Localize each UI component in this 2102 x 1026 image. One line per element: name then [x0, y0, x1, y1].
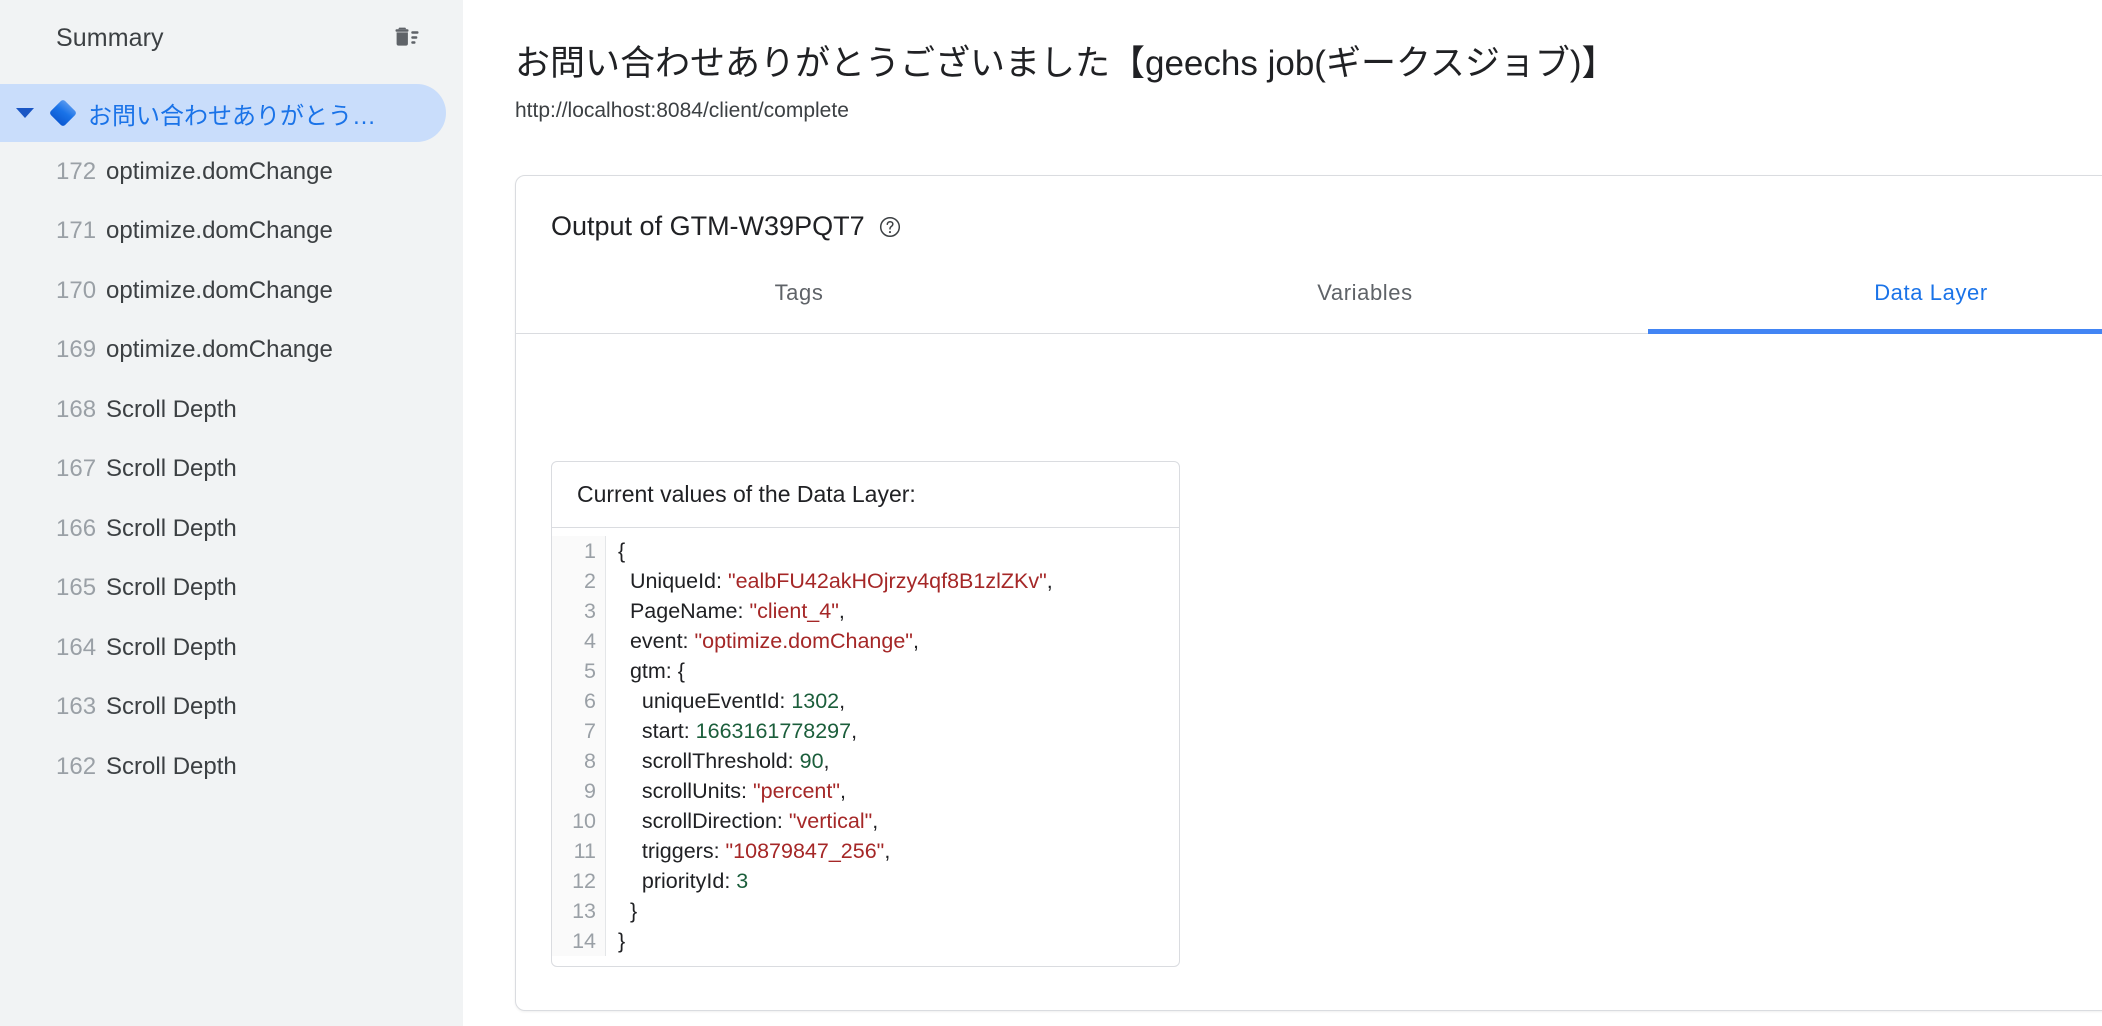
event-name: Scroll Depth	[106, 395, 237, 423]
event-name: Scroll Depth	[106, 633, 237, 661]
line-number: 13	[572, 899, 596, 923]
sidebar-title: Summary	[56, 23, 164, 52]
code-line: triggers: "10879847_256",	[618, 839, 891, 863]
code-line: UniqueId: "ealbFU42akHOjrzy4qf8B1zlZKv",	[618, 569, 1053, 593]
list-item[interactable]: 169 optimize.domChange	[0, 321, 463, 381]
line-number: 7	[584, 719, 596, 743]
sidebar-event-list: お問い合わせありがとう… 172 optimize.domChange 171 …	[0, 76, 463, 797]
event-number: 170	[56, 276, 97, 304]
list-item[interactable]: 167 Scroll Depth	[0, 440, 463, 500]
code-line: event: "optimize.domChange",	[618, 629, 919, 653]
gtm-preview-window: Summary お問い合わせありがとう… 172 optimize.domCha…	[0, 0, 2102, 1026]
event-name: optimize.domChange	[106, 217, 333, 245]
line-number: 5	[584, 659, 596, 683]
line-number: 12	[572, 869, 596, 893]
event-name: Scroll Depth	[106, 752, 237, 780]
event-number: 163	[56, 693, 97, 721]
page-header: お問い合わせありがとうございました【geechs job(ギークスジョブ)】 h…	[463, 0, 2102, 123]
page-title: お問い合わせありがとうございました【geechs job(ギークスジョブ)】	[515, 44, 1617, 83]
output-card: Output of GTM-W39PQT7 Tags Variables Dat…	[515, 175, 2102, 1011]
event-name: optimize.domChange	[106, 336, 333, 364]
event-number: 164	[56, 633, 97, 661]
event-name: optimize.domChange	[106, 276, 333, 304]
list-item[interactable]: 171 optimize.domChange	[0, 202, 463, 262]
line-number: 8	[584, 749, 596, 773]
list-item[interactable]: 165 Scroll Depth	[0, 559, 463, 619]
output-card-tabs: Tags Variables Data Layer	[516, 272, 2102, 334]
code-line: {	[618, 539, 626, 563]
event-number: 172	[56, 157, 97, 185]
event-name: optimize.domChange	[106, 157, 333, 185]
line-number: 2	[584, 569, 596, 593]
trash-icon[interactable]	[385, 17, 427, 59]
output-card-header: Output of GTM-W39PQT7	[516, 176, 2102, 242]
list-item[interactable]: 168 Scroll Depth	[0, 380, 463, 440]
event-number: 162	[56, 752, 97, 780]
tab-label: Variables	[1317, 280, 1413, 305]
line-number-gutter: 1 2 3 4 5 6 7 8 9 10 11 12 13 14	[552, 536, 606, 956]
tab-data-layer[interactable]: Data Layer	[1648, 272, 2102, 334]
event-sidebar: Summary お問い合わせありがとう… 172 optimize.domCha…	[0, 0, 463, 1026]
tab-tags[interactable]: Tags	[516, 272, 1082, 333]
sidebar-item-summary-page[interactable]: お問い合わせありがとう…	[0, 84, 446, 142]
event-number: 171	[56, 217, 97, 245]
code-content[interactable]: { UniqueId: "ealbFU42akHOjrzy4qf8B1zlZKv…	[606, 536, 1053, 956]
line-number: 14	[572, 929, 596, 953]
list-item[interactable]: 166 Scroll Depth	[0, 499, 463, 559]
tab-label: Tags	[774, 280, 824, 305]
code-line: gtm: {	[618, 659, 685, 683]
code-line: priorityId: 3	[618, 869, 749, 893]
list-item[interactable]: 172 optimize.domChange	[0, 142, 463, 202]
caret-down-icon[interactable]	[8, 108, 42, 118]
event-number: 168	[56, 395, 97, 423]
code-line: start: 1663161778297,	[618, 719, 858, 743]
tab-label: Data Layer	[1874, 280, 1988, 305]
code-area: 1 2 3 4 5 6 7 8 9 10 11 12 13 14 {Uniqu…	[552, 528, 1179, 966]
page-url: http://localhost:8084/client/complete	[515, 98, 849, 122]
list-item[interactable]: 170 optimize.domChange	[0, 261, 463, 321]
diamond-icon	[48, 98, 78, 128]
event-number: 169	[56, 336, 97, 364]
data-layer-codebox: Current values of the Data Layer: 1 2 3 …	[551, 461, 1180, 967]
event-name: Scroll Depth	[106, 455, 237, 483]
tab-variables[interactable]: Variables	[1082, 272, 1648, 333]
list-item[interactable]: 163 Scroll Depth	[0, 678, 463, 738]
event-number: 165	[56, 574, 97, 602]
line-number: 11	[573, 839, 596, 863]
event-name: Scroll Depth	[106, 514, 237, 542]
sidebar-header: Summary	[0, 0, 463, 76]
code-line: scrollUnits: "percent",	[618, 779, 846, 803]
code-line: }	[618, 929, 626, 953]
line-number: 10	[572, 809, 596, 833]
event-number: 166	[56, 514, 97, 542]
code-line: uniqueEventId: 1302,	[618, 689, 846, 713]
code-line: }	[618, 899, 638, 923]
list-item[interactable]: 162 Scroll Depth	[0, 737, 463, 797]
code-line: scrollThreshold: 90,	[618, 749, 830, 773]
line-number: 9	[584, 779, 596, 803]
sidebar-item-label: お問い合わせありがとう…	[88, 102, 376, 130]
code-line: PageName: "client_4",	[618, 599, 845, 623]
line-number: 4	[584, 629, 596, 653]
line-number: 6	[584, 689, 596, 713]
code-line: scrollDirection: "vertical",	[618, 809, 879, 833]
event-name: Scroll Depth	[106, 574, 237, 602]
line-number: 3	[584, 599, 596, 623]
output-card-title: Output of GTM-W39PQT7	[551, 211, 865, 241]
codebox-heading: Current values of the Data Layer:	[552, 462, 1179, 528]
event-number: 167	[56, 455, 97, 483]
help-circle-icon[interactable]	[879, 216, 901, 238]
line-number: 1	[584, 539, 596, 563]
main-panel: お問い合わせありがとうございました【geechs job(ギークスジョブ)】 h…	[463, 0, 2102, 1026]
list-item[interactable]: 164 Scroll Depth	[0, 618, 463, 678]
event-name: Scroll Depth	[106, 693, 237, 721]
